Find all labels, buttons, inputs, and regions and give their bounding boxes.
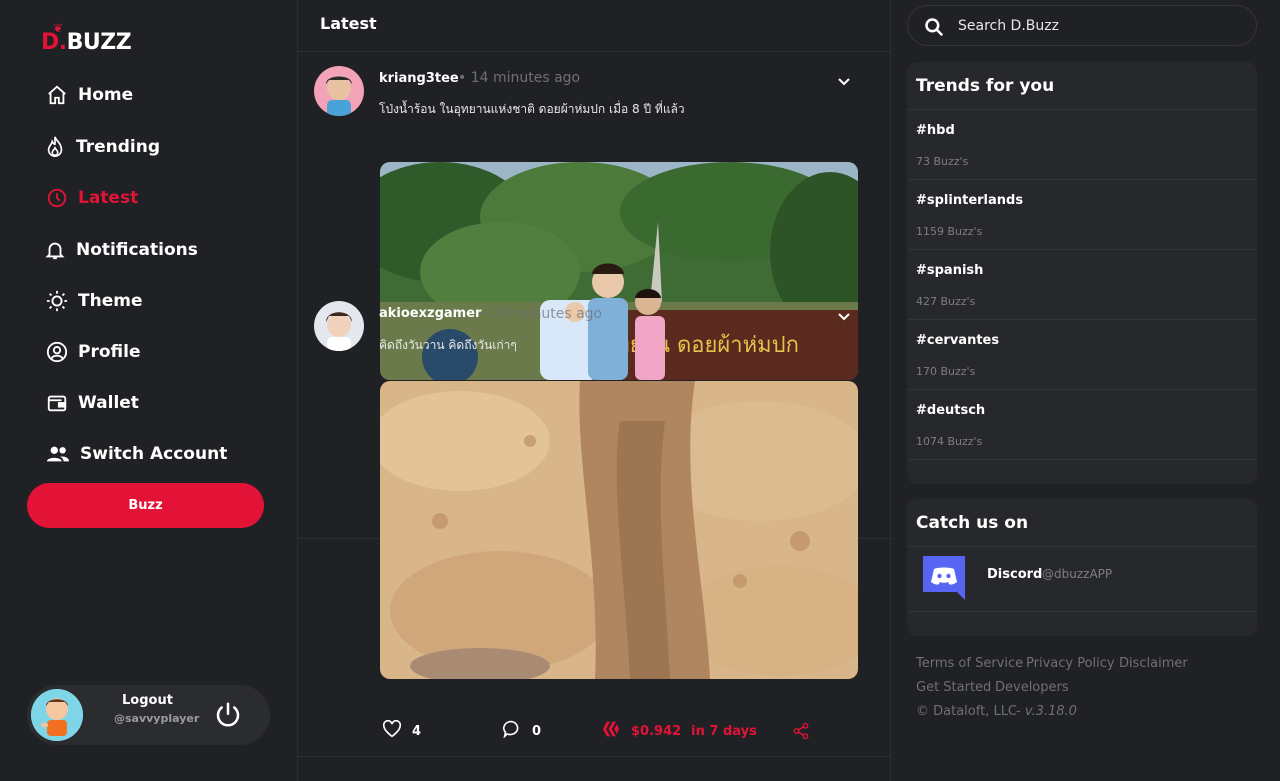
nav-trending-label: Trending (76, 137, 161, 157)
trends-title: Trends for you (916, 76, 1055, 96)
payout-time: in 7 days (691, 723, 757, 739)
trend-tag: #spanish (916, 263, 984, 278)
search-input[interactable] (958, 16, 1238, 36)
comment-button[interactable]: 0 (502, 720, 541, 742)
flame-icon (44, 136, 66, 158)
nav-profile[interactable]: Profile (46, 337, 140, 367)
nav-latest-label: Latest (78, 188, 139, 208)
sun-icon (46, 290, 68, 312)
post-divider (298, 756, 892, 757)
catch-us-panel: Catch us on Discord @dbuzzAPP (907, 499, 1257, 636)
nav-trending[interactable]: Trending (44, 132, 160, 162)
buzz-button[interactable]: Buzz (27, 483, 264, 528)
footer-copyright: © Dataloft, LLC (916, 704, 1018, 719)
post-1-time: • 14 minutes ago (458, 70, 581, 86)
like-button[interactable]: 4 (382, 719, 422, 742)
comment-count: 0 (532, 723, 542, 739)
share-button[interactable] (792, 722, 810, 744)
comment-icon (502, 720, 522, 742)
discord-icon[interactable] (923, 556, 965, 600)
trend-tag: #deutsch (916, 403, 986, 418)
post-2-time: • 20 minutes ago (480, 306, 603, 322)
clock-icon (46, 187, 68, 209)
account-avatar (31, 689, 83, 741)
logo-bolt-icon: ❦ (53, 21, 63, 35)
dbuzz-logo[interactable]: ❦ D.BUZZ (41, 21, 132, 55)
nav-wallet-label: Wallet (78, 393, 139, 413)
trends-divider (907, 389, 1257, 390)
nav-wallet[interactable]: Wallet (46, 388, 139, 418)
search-icon (924, 17, 944, 37)
left-sidebar: ❦ D.BUZZ Home Trending Latest Notificati… (0, 0, 297, 781)
footer-privacy-link[interactable]: Privacy Policy (1026, 656, 1115, 671)
trends-divider (907, 459, 1257, 460)
post-1-avatar[interactable] (314, 66, 364, 116)
feed-title: Latest (320, 14, 377, 33)
trends-divider (907, 109, 1257, 110)
power-icon[interactable] (213, 700, 243, 730)
discord-handle: @dbuzzAPP (1042, 567, 1113, 581)
logo-buzz: BUZZ (66, 30, 132, 55)
trend-tag: #hbd (916, 123, 955, 138)
nav-notifications[interactable]: Notifications (44, 235, 198, 265)
trends-divider (907, 249, 1257, 250)
trend-count: 427 Buzz's (916, 295, 976, 308)
user-circle-icon (46, 341, 68, 363)
search-bar[interactable] (907, 5, 1257, 46)
footer-get-started-link[interactable]: Get Started (916, 680, 991, 695)
feed-title-divider (298, 51, 892, 52)
post-2-avatar[interactable] (314, 301, 364, 351)
post-1-author[interactable]: kriang3tee (379, 71, 459, 86)
nav-latest[interactable]: Latest (46, 183, 138, 213)
nav-theme[interactable]: Theme (46, 286, 142, 316)
nav-switch-account[interactable]: Switch Account (46, 439, 227, 469)
trends-panel: Trends for you #hbd 73 Buzz's #splinterl… (907, 62, 1257, 484)
home-icon (46, 84, 68, 106)
like-count: 4 (412, 723, 422, 739)
trend-count: 73 Buzz's (916, 155, 969, 168)
trends-divider (907, 179, 1257, 180)
wallet-icon (46, 392, 68, 414)
account-handle: @savvyplayer (114, 712, 200, 725)
payout-info[interactable]: $0.942 in 7 days (601, 720, 757, 742)
catch-us-title: Catch us on (916, 513, 1029, 533)
account-card[interactable]: Logout @savvyplayer (27, 685, 270, 745)
nav-profile-label: Profile (78, 342, 141, 362)
heart-icon (382, 719, 402, 742)
trend-tag: #cervantes (916, 333, 1000, 348)
trend-count: 1159 Buzz's (916, 225, 983, 238)
nav-notifications-label: Notifications (76, 240, 198, 260)
logout-link[interactable]: Logout (122, 693, 173, 708)
users-icon (46, 443, 70, 465)
bell-icon (44, 239, 66, 261)
catch-us-divider (907, 611, 1257, 612)
post-2-text: คิดถึงวันวาน คิดถึงวันเก่าๆ (379, 338, 517, 352)
post-2-author[interactable]: akioexzgamer (379, 306, 481, 321)
trend-tag: #splinterlands (916, 193, 1024, 208)
trends-divider (907, 319, 1257, 320)
footer-terms-link[interactable]: Terms of Service (916, 656, 1023, 671)
discord-link[interactable]: Discord (987, 567, 1042, 582)
post-1-sign-text: อุทยาน ดอยผ้าห่มปก (602, 333, 799, 358)
share-icon (792, 722, 810, 744)
nav-switch-account-label: Switch Account (80, 444, 228, 464)
footer-version: - v.3.18.0 (1016, 704, 1077, 719)
nav-home[interactable]: Home (46, 80, 133, 110)
post-1-chevron-down-icon[interactable] (836, 73, 852, 89)
post-1-text: โป่งน้ำร้อน ในอุทยานแห่งชาติ ดอยผ้าห่มปก… (379, 102, 685, 116)
post-2-chevron-down-icon[interactable] (836, 308, 852, 324)
footer-disclaimer-link[interactable]: Disclaimer (1119, 656, 1188, 671)
hive-icon (601, 720, 621, 742)
footer-developers-link[interactable]: Developers (995, 680, 1069, 695)
trend-count: 170 Buzz's (916, 365, 976, 378)
trend-count: 1074 Buzz's (916, 435, 983, 448)
feed: Latest kriang3tee • 14 minutes ago โป่งน… (297, 0, 892, 781)
nav-home-label: Home (78, 85, 134, 105)
catch-us-divider (907, 546, 1257, 547)
nav-theme-label: Theme (78, 291, 143, 311)
payout-amount: $0.942 (631, 723, 682, 739)
post-2-image[interactable] (380, 381, 858, 679)
